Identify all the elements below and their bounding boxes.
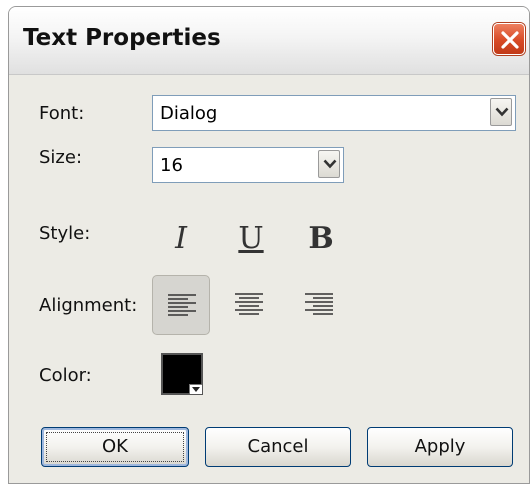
text-properties-dialog: Text Properties Font: Dialog Size: 16 St… [8,6,530,484]
apply-button-label: Apply [414,436,466,457]
size-select-value: 16 [160,155,183,176]
font-dropdown-button[interactable] [490,98,512,126]
align-right-icon [305,293,333,315]
align-right-button[interactable] [290,275,348,335]
close-button[interactable] [493,23,525,55]
font-select[interactable]: Dialog [152,95,516,131]
alignment-label: Alignment: [39,295,138,316]
color-label: Color: [39,365,92,386]
color-picker-button[interactable] [161,353,203,395]
apply-button[interactable]: Apply [367,427,513,467]
dialog-title: Text Properties [23,25,221,51]
color-dropdown-corner [189,384,202,394]
align-center-button[interactable] [220,275,278,335]
italic-toggle[interactable]: I [161,219,201,259]
size-label: Size: [39,147,83,168]
underline-toggle[interactable]: U [231,219,271,259]
size-select[interactable]: 16 [152,147,344,183]
ok-button-label: OK [102,436,128,457]
cancel-button-label: Cancel [247,436,309,457]
title-bar[interactable]: Text Properties [9,7,529,75]
align-left-button[interactable] [152,275,210,335]
cancel-button[interactable]: Cancel [205,427,351,467]
ok-button[interactable]: OK [41,427,189,467]
chevron-down-icon [495,107,509,117]
close-x-icon [501,31,519,49]
chevron-down-icon [323,159,337,169]
bold-toggle[interactable]: B [301,219,341,259]
font-label: Font: [39,103,85,124]
size-dropdown-button[interactable] [318,150,340,178]
font-select-value: Dialog [160,103,218,124]
small-down-triangle-icon [192,387,200,392]
align-center-icon [235,293,263,315]
align-left-icon [168,294,196,316]
style-label: Style: [39,223,91,244]
